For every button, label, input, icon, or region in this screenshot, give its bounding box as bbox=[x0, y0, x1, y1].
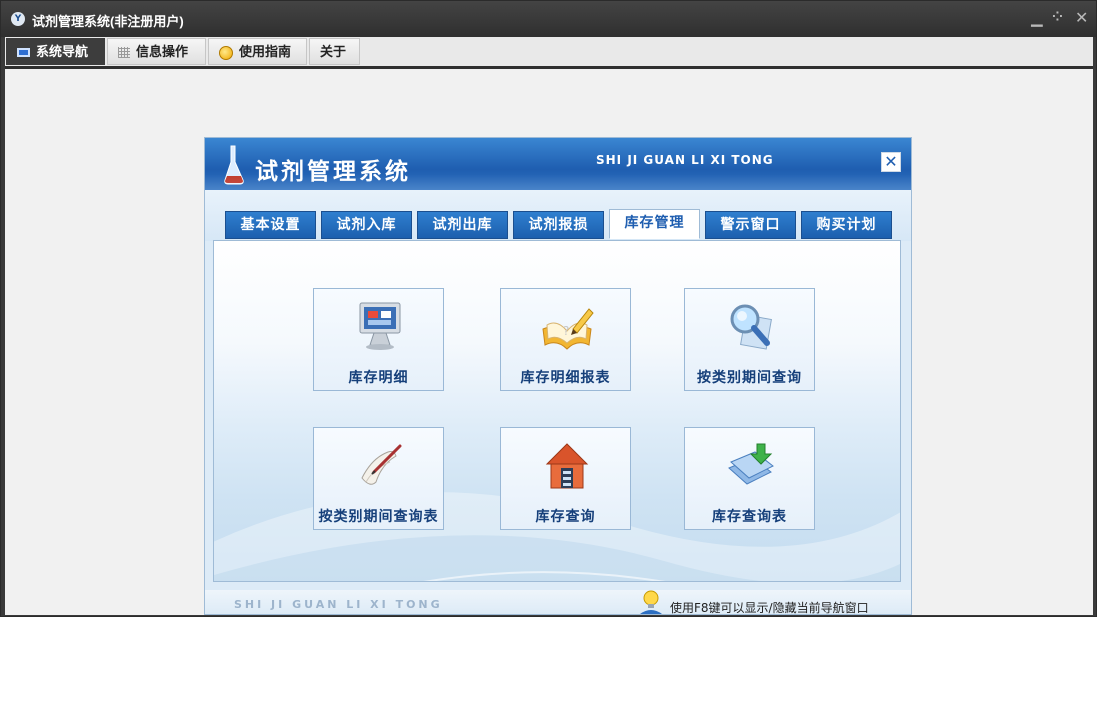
inventory-query-button[interactable]: 库存查询 bbox=[500, 427, 631, 530]
tab-inventory-management[interactable]: 库存管理 bbox=[609, 209, 700, 239]
inventory-detail-report-button[interactable]: ? 库存明细报表 bbox=[500, 288, 631, 391]
workspace: 试剂管理系统 SHI JI GUAN LI XI TONG ✕ 基本设置 试剂入… bbox=[5, 69, 1093, 615]
grid-icon bbox=[118, 47, 130, 59]
title-bar[interactable]: Y 试剂管理系统(非注册用户) ▁ ⁘ ✕ bbox=[1, 1, 1096, 37]
query-by-category-period-report-button[interactable]: 按类别期间查询表 bbox=[313, 427, 444, 530]
window-title: 试剂管理系统(非注册用户) bbox=[32, 14, 184, 29]
main-window: Y 试剂管理系统(非注册用户) ▁ ⁘ ✕ 系统导航 信息操作 使用指南 关于 … bbox=[0, 0, 1097, 617]
tab-basic-settings[interactable]: 基本设置 bbox=[225, 211, 316, 239]
function-label: 库存查询表 bbox=[712, 509, 787, 525]
navigator-tabs: 基本设置 试剂入库 试剂出库 试剂报损 库存管理 警示窗口 购买计划 bbox=[205, 190, 911, 241]
tab-info-operations[interactable]: 信息操作 bbox=[107, 38, 206, 65]
tab-label: 系统导航 bbox=[36, 44, 89, 59]
inventory-detail-button[interactable]: 库存明细 bbox=[313, 288, 444, 391]
navigator-footer: SHI JI GUAN LI XI TONG 使用F8键可以显示/隐藏当前导航窗… bbox=[205, 590, 911, 615]
flask-icon bbox=[224, 145, 244, 185]
function-label: 按类别期间查询 bbox=[697, 370, 802, 386]
smiley-icon bbox=[219, 45, 233, 60]
tab-label: 关于 bbox=[320, 44, 347, 59]
tab-label: 信息操作 bbox=[136, 44, 189, 59]
tab-label: 使用指南 bbox=[239, 44, 292, 59]
close-icon[interactable]: ✕ bbox=[1075, 9, 1088, 27]
inventory-query-report-button[interactable]: 库存查询表 bbox=[684, 427, 815, 530]
function-label: 库存明细 bbox=[348, 370, 409, 386]
notebook-pencil-icon: ? bbox=[542, 308, 594, 350]
minimize-icon[interactable]: ▁ bbox=[1031, 9, 1043, 27]
function-label: 库存查询 bbox=[535, 509, 596, 525]
tab-reagent-loss[interactable]: 试剂报损 bbox=[513, 211, 604, 239]
footer-pinyin: SHI JI GUAN LI XI TONG bbox=[234, 598, 443, 611]
function-label: 按类别期间查询表 bbox=[318, 509, 439, 525]
navigator-title: 试剂管理系统 bbox=[255, 159, 411, 185]
restore-icon[interactable]: ⁘ bbox=[1052, 9, 1063, 27]
navigator-close-button[interactable]: ✕ bbox=[881, 152, 901, 172]
tab-user-guide[interactable]: 使用指南 bbox=[208, 38, 307, 65]
navigator-body: 库存明细 ? 库存明细报表 按类别期间查询 按类别期间查询表 库存查询 库存查询… bbox=[213, 240, 901, 582]
navigator-header: 试剂管理系统 SHI JI GUAN LI XI TONG ✕ bbox=[205, 138, 911, 190]
download-docs-icon bbox=[728, 443, 774, 485]
monitor-icon bbox=[359, 302, 401, 350]
navigator-panel: 试剂管理系统 SHI JI GUAN LI XI TONG ✕ 基本设置 试剂入… bbox=[204, 137, 912, 615]
tab-system-navigation[interactable]: 系统导航 bbox=[6, 38, 105, 65]
tab-about[interactable]: 关于 bbox=[309, 38, 360, 65]
tab-alert-window[interactable]: 警示窗口 bbox=[705, 211, 796, 239]
tab-reagent-outbound[interactable]: 试剂出库 bbox=[417, 211, 508, 239]
monitor-icon bbox=[17, 48, 30, 58]
tab-reagent-inbound[interactable]: 试剂入库 bbox=[321, 211, 412, 239]
function-label: 库存明细报表 bbox=[520, 370, 611, 386]
tab-purchase-plan[interactable]: 购买计划 bbox=[801, 211, 892, 239]
app-logo-icon: Y bbox=[11, 12, 25, 26]
svg-text:?: ? bbox=[563, 324, 569, 338]
lightbulb-icon bbox=[640, 590, 662, 614]
menu-bar: 系统导航 信息操作 使用指南 关于 bbox=[5, 37, 1093, 69]
query-by-category-period-button[interactable]: 按类别期间查询 bbox=[684, 288, 815, 391]
scroll-pen-icon bbox=[361, 444, 402, 485]
navigator-pinyin: SHI JI GUAN LI XI TONG bbox=[596, 153, 774, 167]
magnifier-icon bbox=[730, 304, 772, 350]
f8-hint: 使用F8键可以显示/隐藏当前导航窗口 bbox=[670, 601, 869, 615]
house-icon bbox=[545, 443, 589, 489]
